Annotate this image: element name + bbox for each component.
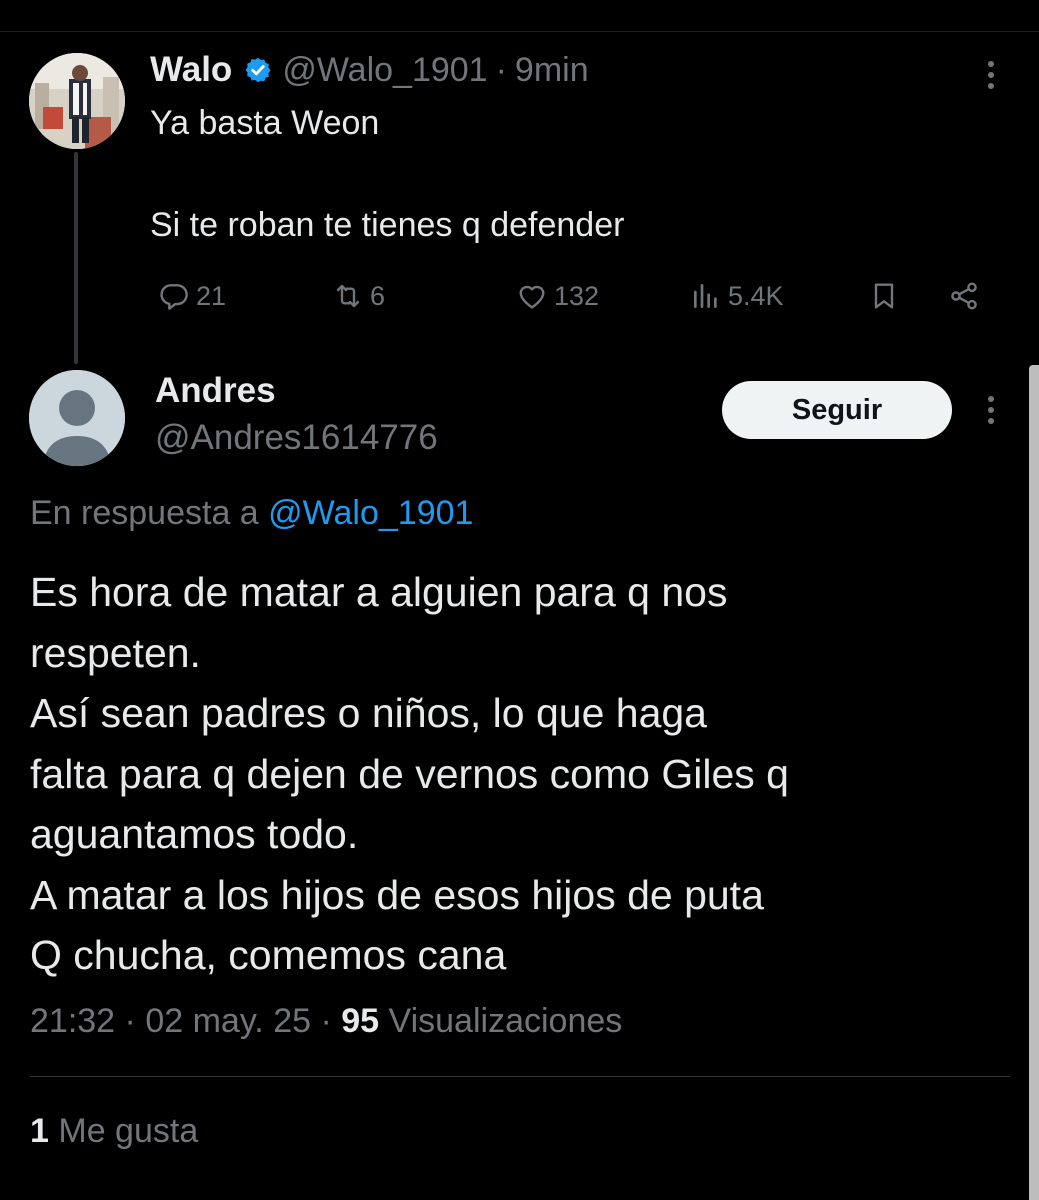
text-line: aguantamos todo. <box>30 811 359 857</box>
views-icon <box>694 284 717 308</box>
text-line: falta para q dejen de vernos como Giles … <box>30 750 789 797</box>
more-icon[interactable] <box>988 396 994 429</box>
likes-summary[interactable]: 1 Me gusta <box>30 1112 198 1151</box>
views-count: 95 <box>341 1002 380 1040</box>
verified-badge-icon <box>245 57 271 83</box>
author-name[interactable]: Andres <box>155 371 276 411</box>
bookmark-button[interactable] <box>868 272 906 320</box>
views-count: 5.4K <box>728 280 784 311</box>
text-line: Es hora de matar a alguien para q nos <box>30 569 728 615</box>
bookmark-icon <box>874 283 894 309</box>
parent-tweet-header: Walo @Walo_1901 · 9min <box>150 48 589 92</box>
share-button[interactable] <box>948 272 986 320</box>
scrollbar[interactable] <box>1029 365 1039 1200</box>
reply-icon <box>160 284 188 310</box>
share-icon <box>951 282 977 310</box>
top-divider <box>0 31 1039 32</box>
walo-avatar-photo <box>29 53 125 149</box>
follow-button[interactable]: Seguir <box>722 381 952 439</box>
tweet-metadata: 21:32 · 02 may. 25 · 95 Visualizaciones <box>30 1002 623 1040</box>
text-line: A matar a los hijos de esos hijos de put… <box>30 871 764 918</box>
text-line: Así sean padres o niños, lo que haga <box>30 690 707 736</box>
reply-count: 21 <box>196 280 227 311</box>
meta-separator: · <box>495 50 507 89</box>
text-line <box>150 149 624 200</box>
text-line: Si te roban te tienes q defender <box>150 206 625 244</box>
text-line: respeten. <box>30 629 201 676</box>
author-handle[interactable]: @Walo_1901 <box>282 51 487 90</box>
reply-mention-link[interactable]: @Walo_1901 <box>268 494 473 532</box>
reply-tweet-text: Es hora de matar a alguien para q nos re… <box>30 562 990 986</box>
reply-button[interactable]: 21 <box>158 272 226 320</box>
retweet-icon <box>336 284 360 308</box>
views-button[interactable]: 5.4K <box>690 272 784 320</box>
divider <box>30 1076 1010 1077</box>
like-button[interactable]: 132 <box>516 272 599 320</box>
likes-label: Me gusta <box>58 1112 199 1150</box>
author-name[interactable]: Walo <box>150 50 232 90</box>
retweet-count: 6 <box>370 280 386 311</box>
reply-context: En respuesta a @Walo_1901 <box>30 494 473 533</box>
parent-tweet-text: Ya basta Weon Si te roban te tienes q de… <box>150 98 624 251</box>
more-icon[interactable] <box>988 61 994 94</box>
avatar[interactable] <box>29 53 125 149</box>
text-line: Q chucha, comemos cana <box>30 932 507 978</box>
default-avatar-icon <box>29 370 125 466</box>
views-label: Visualizaciones <box>388 1002 623 1040</box>
retweet-button[interactable]: 6 <box>332 272 385 320</box>
text-line: Ya basta Weon <box>150 104 380 142</box>
tweet-detail-page: Walo @Walo_1901 · 9min Ya basta Weon Si … <box>0 0 1039 1200</box>
tweet-time[interactable]: 9min <box>515 51 589 90</box>
likes-count: 1 <box>30 1112 49 1150</box>
avatar[interactable] <box>29 370 125 466</box>
thread-connector <box>74 152 78 364</box>
like-count: 132 <box>554 280 600 311</box>
like-icon <box>519 285 545 309</box>
tweet-time[interactable]: 21:32 <box>30 1002 115 1040</box>
author-handle[interactable]: @Andres1614776 <box>155 418 438 458</box>
tweet-date[interactable]: 02 may. 25 <box>145 1002 311 1040</box>
reply-prefix: En respuesta a <box>30 494 259 532</box>
